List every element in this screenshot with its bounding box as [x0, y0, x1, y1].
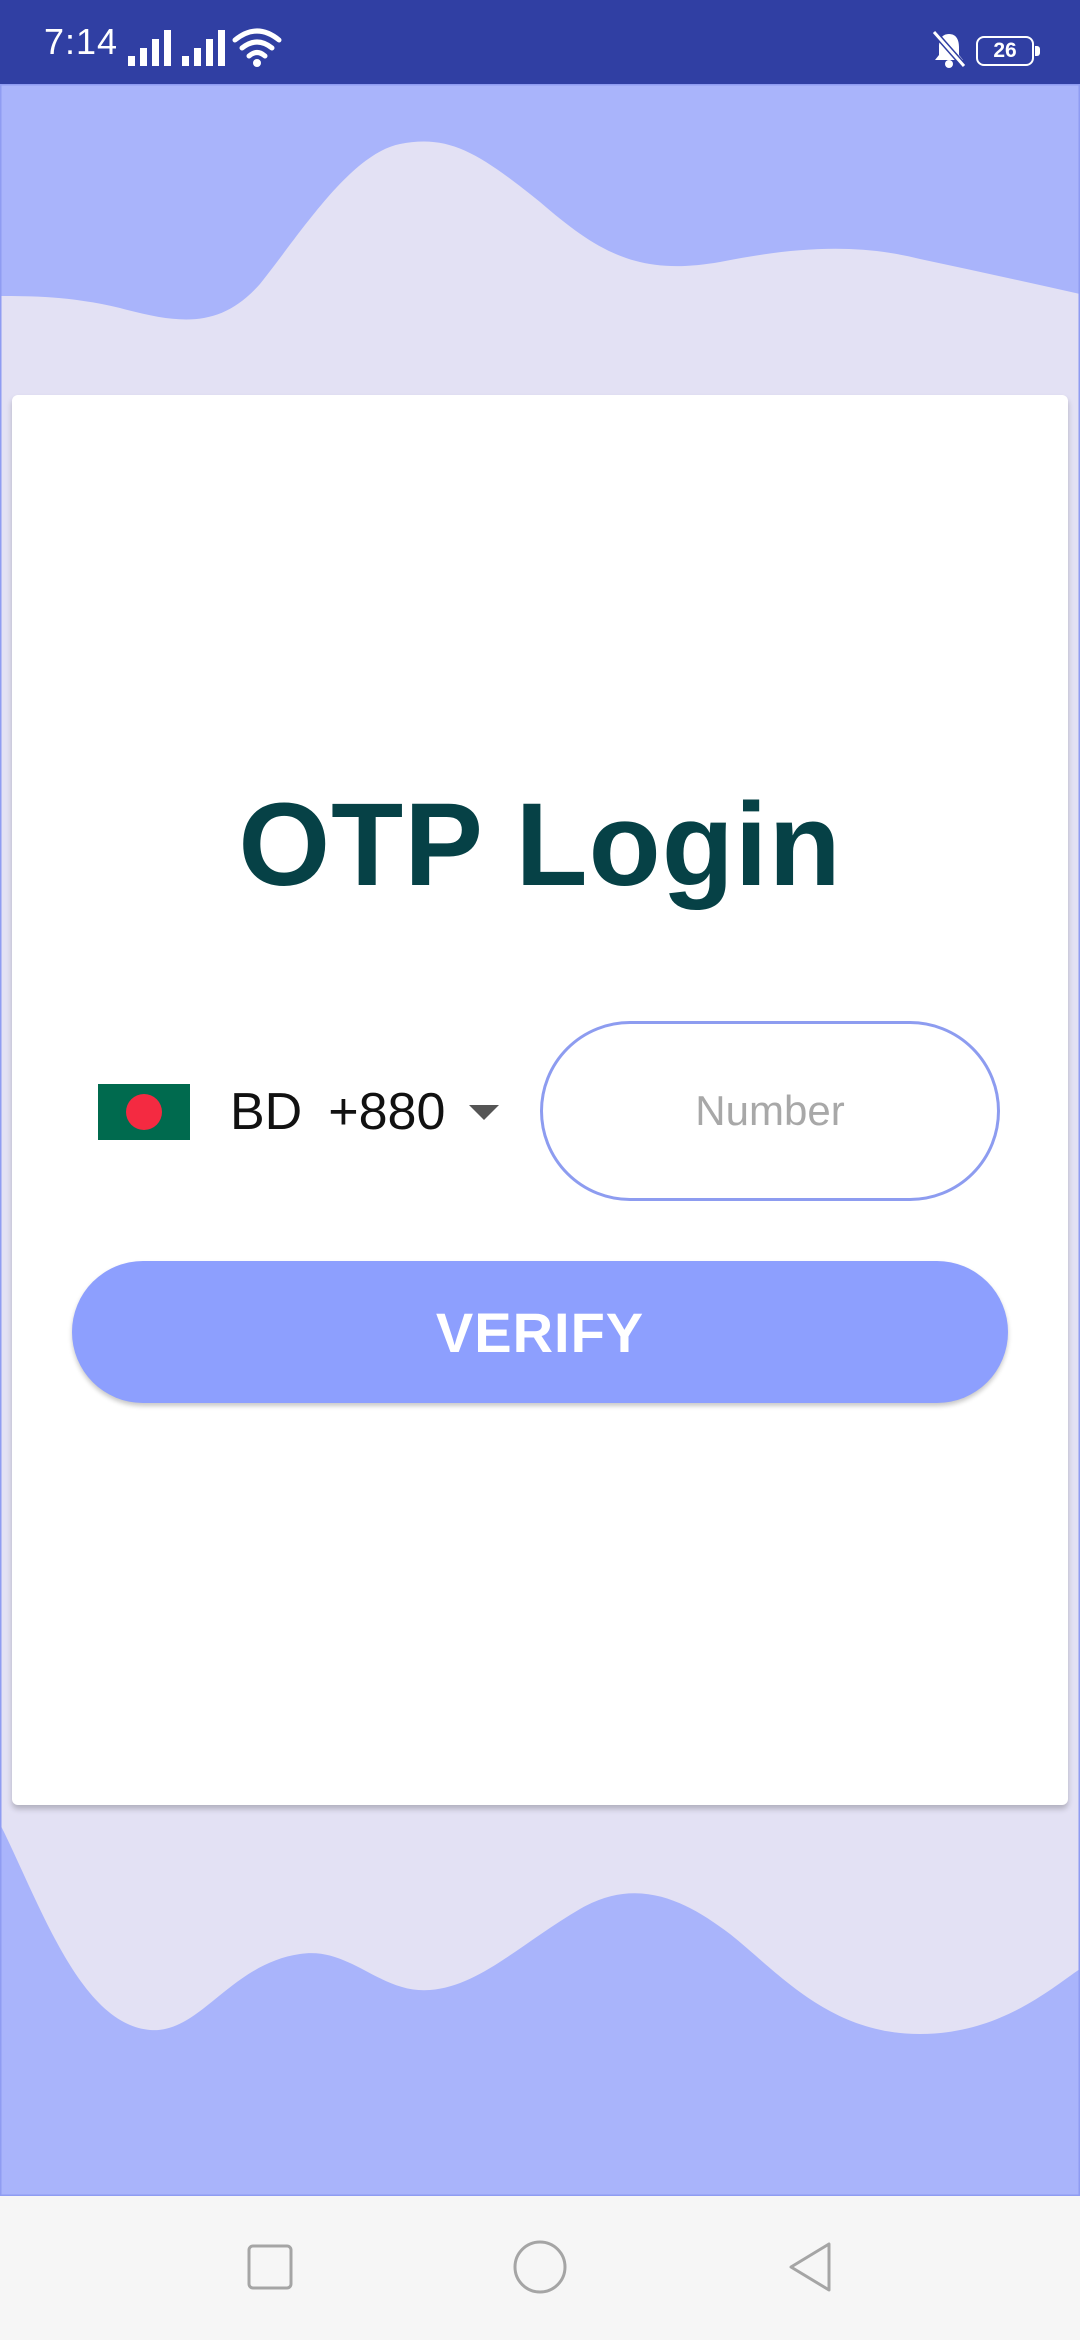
signal-icon	[128, 30, 171, 66]
country-code: BD	[230, 1083, 303, 1141]
bell-off-icon	[932, 30, 966, 68]
wifi-icon	[232, 28, 282, 67]
login-card: OTP Login BD +880 VERIFY	[12, 395, 1068, 1805]
bangladesh-flag-icon	[98, 1084, 190, 1140]
navigation-bar	[0, 2196, 1080, 2340]
status-time: 7:14	[44, 21, 119, 62]
back-button[interactable]	[775, 2232, 845, 2302]
home-button[interactable]	[505, 2232, 575, 2302]
flag-circle	[126, 1094, 162, 1130]
dial-code: +880	[328, 1083, 446, 1141]
signal-icon	[182, 30, 225, 66]
battery-icon: 26	[976, 36, 1040, 66]
status-bar: 7:14 26	[0, 0, 1080, 84]
verify-button[interactable]: VERIFY	[72, 1261, 1008, 1403]
dropdown-arrow-icon	[469, 1104, 500, 1120]
phone-number-input[interactable]	[540, 1021, 1000, 1201]
recents-button[interactable]	[234, 2232, 304, 2302]
page-title: OTP Login	[238, 779, 842, 911]
country-code-picker[interactable]: BD +880	[98, 1067, 518, 1157]
